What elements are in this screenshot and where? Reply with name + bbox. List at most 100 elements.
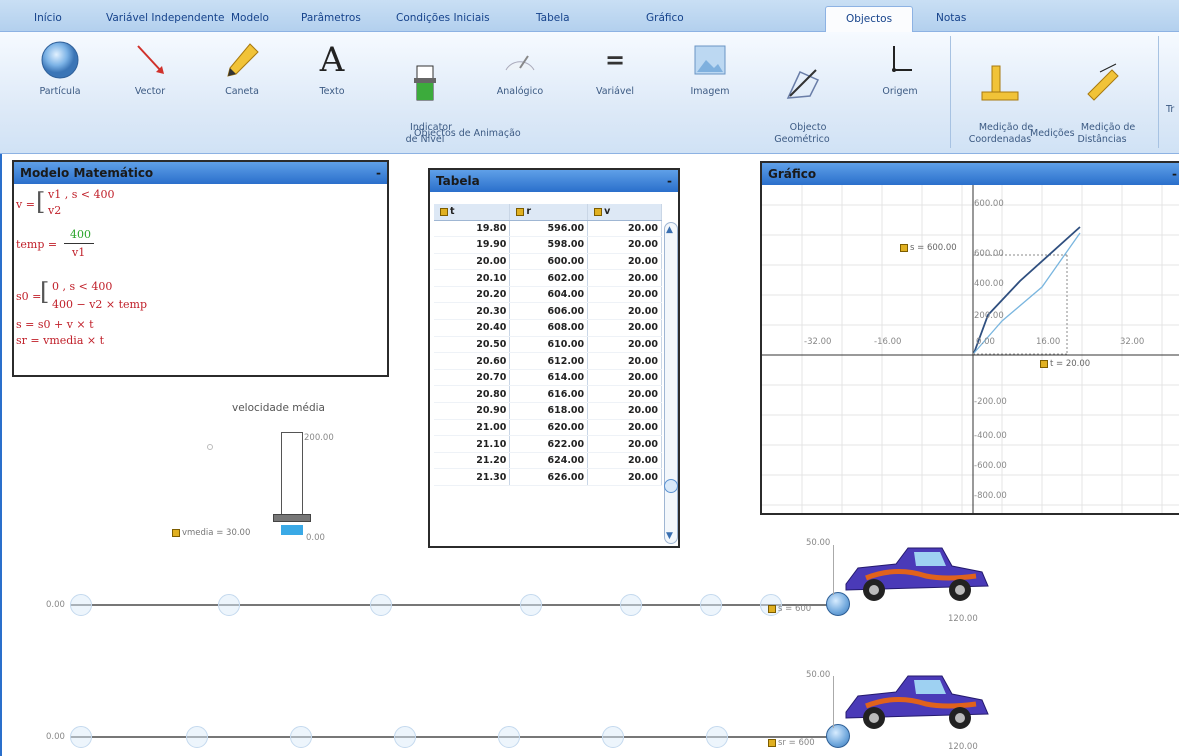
table-cell[interactable]: 20.20	[434, 286, 511, 304]
table-cell[interactable]: 21.30	[434, 468, 511, 486]
table-cell[interactable]: 612.00	[509, 352, 589, 370]
graph-plot-area[interactable]: 600.00 600.00 400.00 200.00 -200.00 -400…	[762, 185, 1179, 513]
table-cell[interactable]: 19.90	[434, 236, 511, 254]
table-cell[interactable]: 616.00	[509, 385, 589, 404]
table-cell[interactable]: 610.00	[509, 336, 589, 354]
checkbox-icon[interactable]	[594, 207, 603, 216]
scroll-down-icon[interactable]: ▼	[666, 531, 673, 541]
column-header-v[interactable]: v	[587, 204, 662, 221]
table-cell[interactable]: 20.50	[434, 336, 511, 354]
table-row[interactable]: 20.00 600.00 20.00	[434, 253, 662, 271]
table-cell[interactable]: 20.00	[587, 435, 662, 453]
table-cell[interactable]: 20.00	[587, 302, 662, 321]
table-cell[interactable]: 20.00	[587, 352, 662, 370]
table-cell[interactable]: 20.00	[587, 269, 662, 287]
table-title-bar[interactable]: Tabela -	[430, 170, 678, 192]
checkbox-icon[interactable]	[900, 243, 908, 252]
origem-button[interactable]: Origem	[870, 38, 930, 98]
table-row[interactable]: 21.30 626.00 20.00	[434, 468, 662, 486]
table-row[interactable]: 20.70 614.00 20.00	[434, 369, 662, 387]
table-row[interactable]: 19.80 596.00 20.00	[434, 220, 662, 238]
table-cell[interactable]: 20.00	[587, 369, 662, 387]
minimize-button[interactable]: -	[376, 162, 381, 184]
table-cell[interactable]: 618.00	[509, 402, 589, 420]
table-cell[interactable]: 622.00	[509, 435, 589, 453]
table-row[interactable]: 21.20 624.00 20.00	[434, 452, 662, 470]
table-cell[interactable]: 20.00	[587, 319, 662, 337]
objecto-geometrico-button[interactable]: Objecto Geométrico	[762, 38, 842, 158]
table-cell[interactable]: 20.30	[434, 302, 511, 321]
analogico-button[interactable]: Analógico	[485, 38, 555, 98]
table-cell[interactable]: 20.00	[434, 253, 511, 271]
hot-rod-car-image[interactable]	[836, 670, 992, 732]
scroll-thumb[interactable]	[664, 479, 678, 493]
table-scrollbar[interactable]: ▲ ▼	[664, 222, 678, 544]
table-cell[interactable]: 20.00	[587, 419, 662, 437]
table-cell[interactable]: 21.10	[434, 435, 511, 453]
level-indicator-handle[interactable]	[207, 444, 213, 450]
minimize-button[interactable]: -	[1172, 163, 1177, 185]
checkbox-icon[interactable]	[516, 207, 525, 216]
tab-objectos[interactable]: Objectos	[825, 6, 913, 33]
table-row[interactable]: 19.90 598.00 20.00	[434, 236, 662, 254]
medicao-distancias-button[interactable]: Medição de Distâncias	[1062, 38, 1142, 158]
minimize-button[interactable]: -	[667, 170, 672, 192]
table-cell[interactable]: 20.70	[434, 369, 511, 387]
hot-rod-car-image[interactable]	[836, 542, 992, 604]
table-cell[interactable]: 606.00	[509, 302, 589, 321]
model-title-bar[interactable]: Modelo Matemático -	[14, 162, 387, 184]
particula-button[interactable]: Partícula	[30, 38, 90, 98]
texto-button[interactable]: A Texto	[302, 38, 362, 98]
caneta-button[interactable]: Caneta	[212, 38, 272, 98]
table-row[interactable]: 21.10 622.00 20.00	[434, 435, 662, 453]
table-cell[interactable]: 20.00	[587, 253, 662, 271]
table-row[interactable]: 20.80 616.00 20.00	[434, 385, 662, 404]
tab-parametros[interactable]: Parâmetros	[295, 6, 367, 30]
tab-grafico[interactable]: Gráfico	[640, 6, 690, 30]
table-cell[interactable]: 20.00	[587, 220, 662, 238]
checkbox-icon[interactable]	[1040, 359, 1048, 368]
table-cell[interactable]: 626.00	[509, 468, 589, 486]
checkbox-icon[interactable]	[768, 738, 776, 747]
graph-title-bar[interactable]: Gráfico -	[762, 163, 1179, 185]
table-cell[interactable]: 20.00	[587, 452, 662, 470]
table-row[interactable]: 20.60 612.00 20.00	[434, 352, 662, 370]
table-cell[interactable]: 20.60	[434, 352, 511, 370]
table-cell[interactable]: 21.00	[434, 419, 511, 437]
table-cell[interactable]: 20.00	[587, 402, 662, 420]
table-cell[interactable]: 20.00	[587, 468, 662, 486]
table-cell[interactable]: 20.00	[587, 286, 662, 304]
table-cell[interactable]: 20.00	[587, 336, 662, 354]
table-row[interactable]: 20.20 604.00 20.00	[434, 286, 662, 304]
table-cell[interactable]: 614.00	[509, 369, 589, 387]
table-cell[interactable]: 20.00	[587, 236, 662, 254]
table-row[interactable]: 20.90 618.00 20.00	[434, 402, 662, 420]
table-cell[interactable]: 608.00	[509, 319, 589, 337]
tab-variavel-independente[interactable]: Variável Independente	[100, 6, 230, 30]
column-header-r[interactable]: r	[509, 204, 589, 221]
tab-condicoes-iniciais[interactable]: Condições Iniciais	[390, 6, 496, 30]
table-row[interactable]: 20.40 608.00 20.00	[434, 319, 662, 337]
level-indicator-slider[interactable]	[273, 514, 311, 522]
vector-button[interactable]: Vector	[120, 38, 180, 98]
table-row[interactable]: 21.00 620.00 20.00	[434, 419, 662, 437]
indicator-nivel-button[interactable]: Indicator de Nível	[395, 38, 455, 158]
table-cell[interactable]: 20.80	[434, 385, 511, 404]
scroll-up-icon[interactable]: ▲	[666, 225, 673, 235]
table-cell[interactable]: 20.40	[434, 319, 511, 337]
table-row[interactable]: 20.10 602.00 20.00	[434, 269, 662, 287]
table-cell[interactable]: 620.00	[509, 419, 589, 437]
tab-notas[interactable]: Notas	[930, 6, 972, 30]
table-cell[interactable]: 602.00	[509, 269, 589, 287]
table-cell[interactable]: 596.00	[509, 220, 589, 238]
table-cell[interactable]: 624.00	[509, 452, 589, 470]
table-cell[interactable]: 21.20	[434, 452, 511, 470]
checkbox-icon[interactable]	[768, 604, 776, 613]
tab-tabela[interactable]: Tabela	[530, 6, 576, 30]
tab-modelo[interactable]: Modelo	[225, 6, 275, 30]
table-row[interactable]: 20.30 606.00 20.00	[434, 302, 662, 321]
imagem-button[interactable]: Imagem	[680, 38, 740, 98]
table-cell[interactable]: 598.00	[509, 236, 589, 254]
column-header-t[interactable]: t	[434, 204, 511, 221]
table-cell[interactable]: 20.10	[434, 269, 511, 287]
